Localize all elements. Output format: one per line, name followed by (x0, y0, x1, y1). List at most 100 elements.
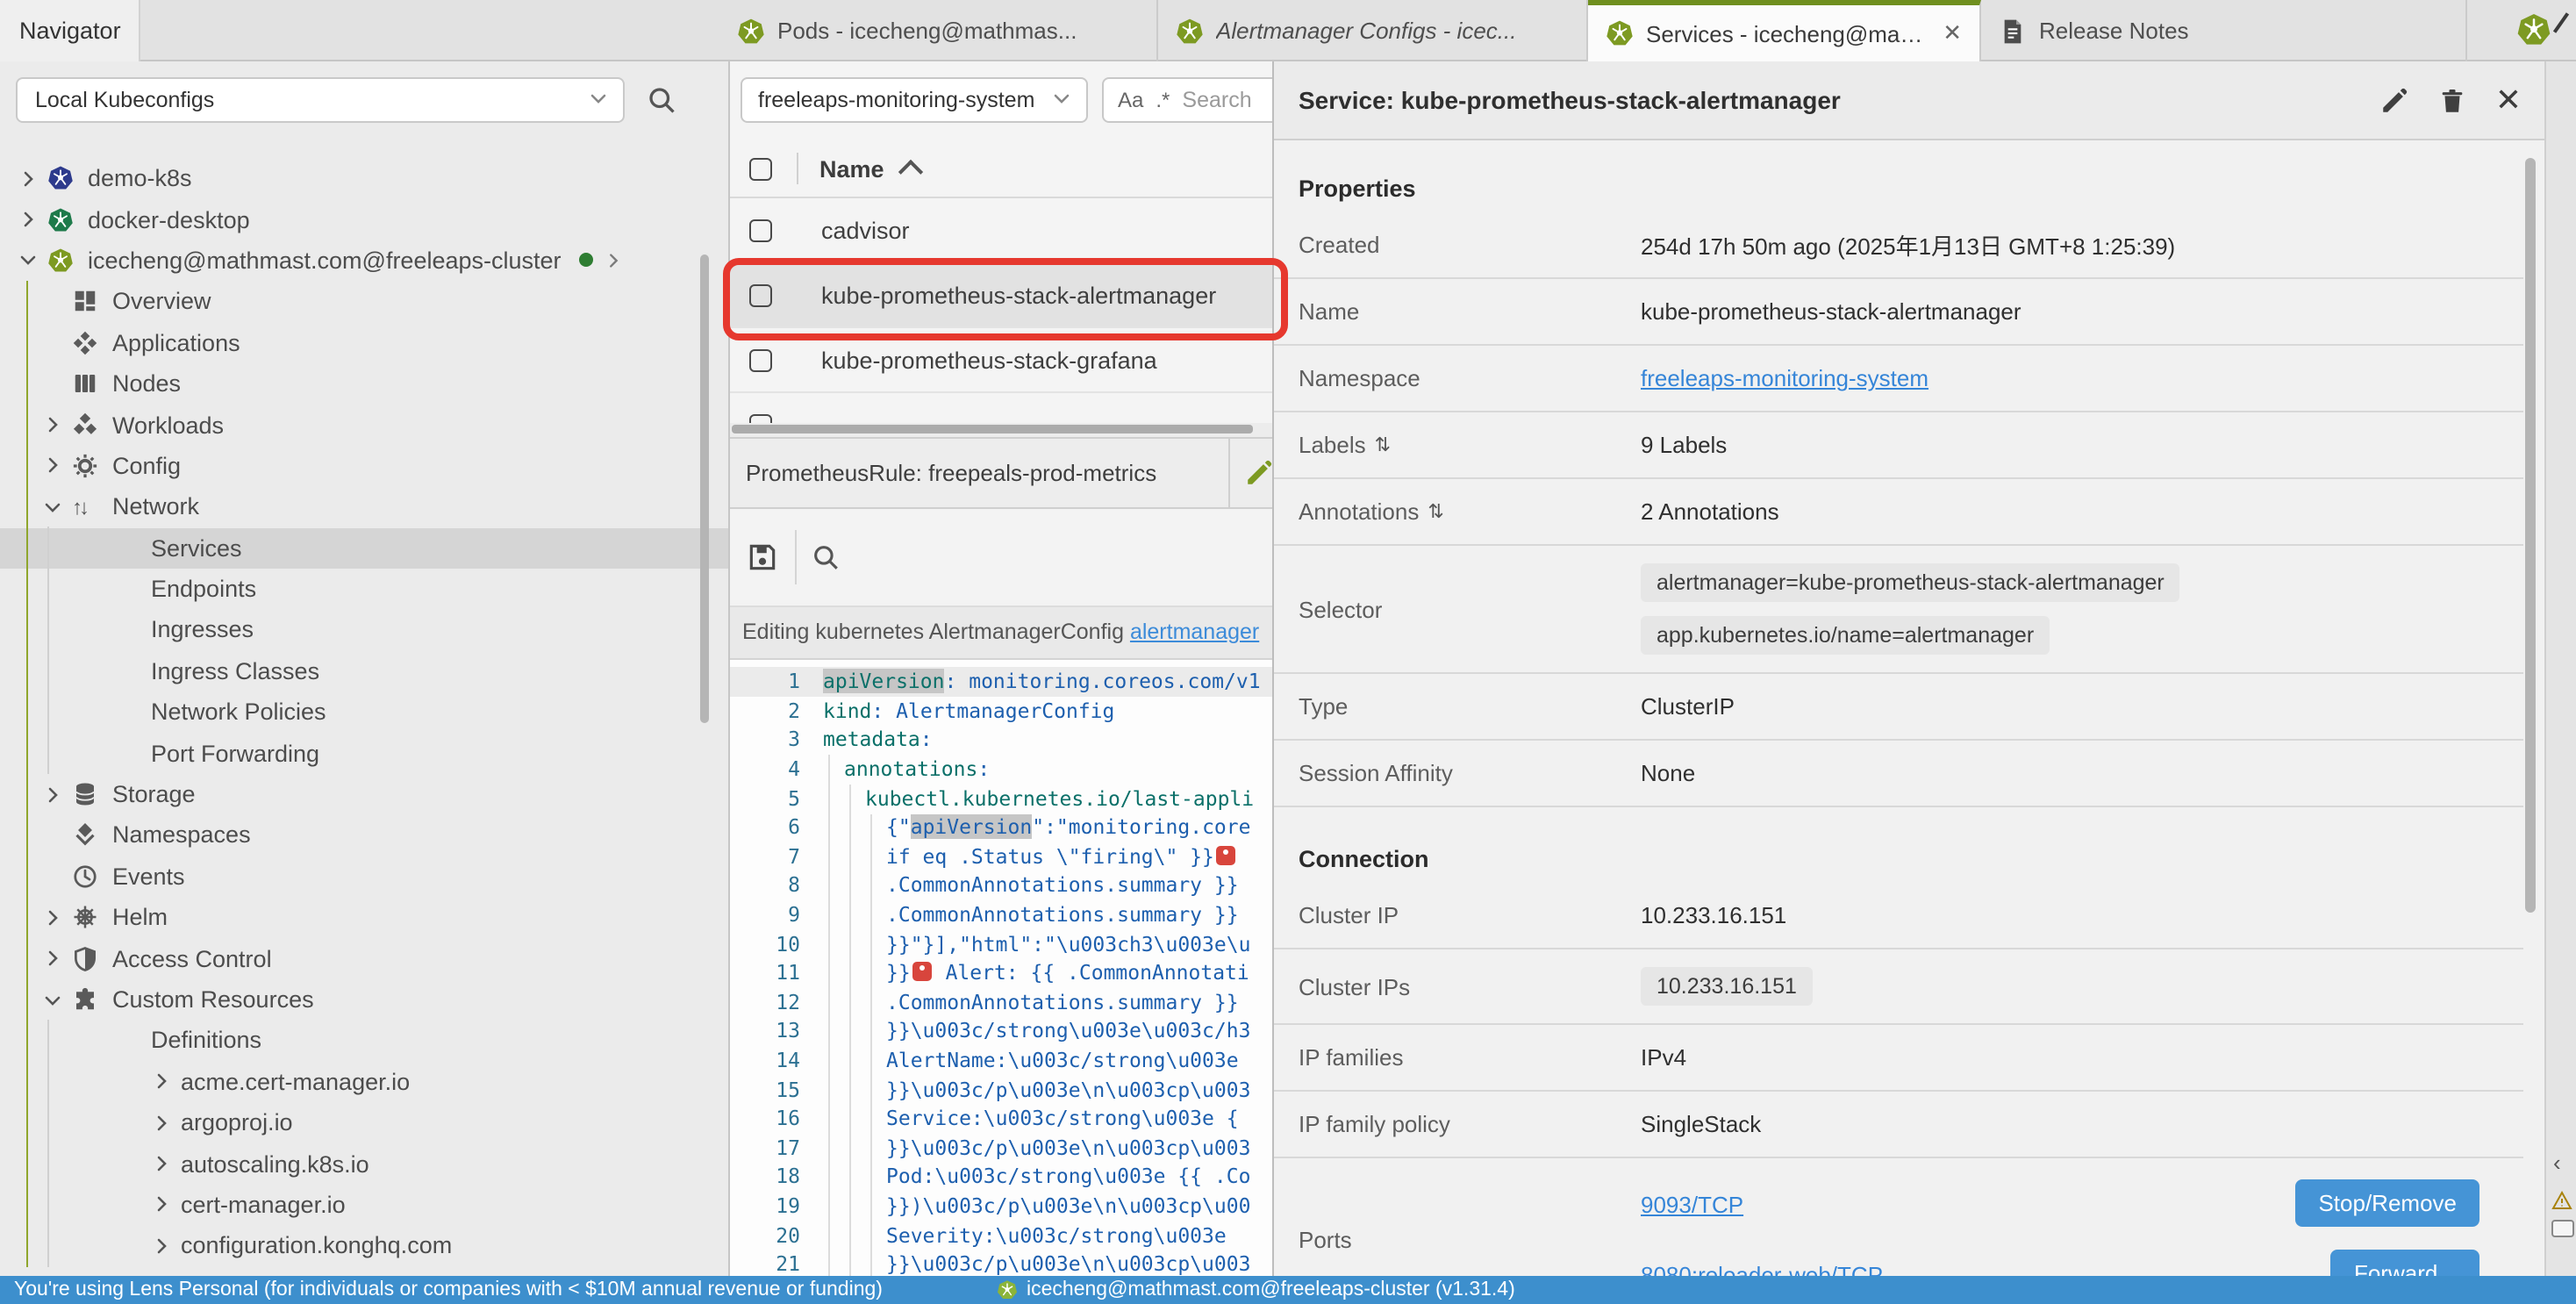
sidebar-item-services[interactable]: Services (0, 527, 730, 569)
sidebar-item-docker-desktop[interactable]: docker-desktop (0, 199, 730, 240)
navigator-tab[interactable]: Navigator (0, 0, 140, 61)
chevron-down-icon (42, 989, 63, 1010)
row-checkbox[interactable] (749, 414, 772, 423)
yaml-editor[interactable]: 1apiVersion: monitoring.coreos.com/v12ki… (730, 660, 1272, 1276)
editor-line-17: 17}}\u003c/p\u003e\n\u003cp\u003 (730, 1133, 1272, 1162)
row-label-text: Labels (1299, 432, 1366, 458)
row-label: Annotations⇅ (1274, 498, 1641, 525)
code-token: annotations (844, 756, 977, 781)
row-label: Labels ⇅ (1274, 432, 1641, 458)
sidebar-item-network-policies[interactable]: Network Policies (0, 691, 730, 733)
sidebar-item-custom-resources[interactable]: Custom Resources (0, 979, 730, 1021)
port-link[interactable]: 9093/TCP (1641, 1191, 1743, 1217)
sort-toggle-icon[interactable]: ⇅ (1375, 433, 1391, 456)
code-token: monitoring.coreos.com/v1 (969, 670, 1260, 694)
sidebar-item-demo-k8s[interactable]: demo-k8s (0, 158, 730, 199)
search-icon[interactable] (811, 542, 841, 572)
select-all-checkbox[interactable] (749, 157, 772, 180)
sidebar-item-storage[interactable]: Storage (0, 774, 730, 815)
row-label: IP family policy (1274, 1111, 1641, 1137)
sidebar-item-label: Events (112, 863, 185, 890)
line-number: 15 (730, 1077, 823, 1101)
sidebar-item-ingress-classes[interactable]: Ingress Classes (0, 650, 730, 691)
sidebar-item-port-forwarding[interactable]: Port Forwarding (0, 733, 730, 774)
sidebar-item-label: Config (112, 453, 181, 479)
search-icon[interactable] (646, 84, 677, 116)
edit-pencil-icon[interactable] (2379, 85, 2409, 115)
table-row-partial[interactable] (730, 393, 1272, 423)
row-checkbox[interactable] (749, 348, 772, 371)
editor-line-2: 2kind: AlertmanagerConfig (730, 696, 1272, 725)
nodes-icon (72, 370, 98, 397)
label-chip: 10.233.16.151 (1641, 967, 1813, 1006)
sidebar-item-events[interactable]: Events (0, 856, 730, 897)
save-icon[interactable] (746, 541, 779, 574)
row-checkbox[interactable] (749, 219, 772, 241)
match-case-icon[interactable]: Aa (1118, 88, 1143, 112)
sidebar-item-cert-manager-io[interactable]: cert-manager.io (0, 1185, 730, 1226)
close-icon[interactable]: ✕ (2495, 82, 2522, 118)
line-number: 2 (730, 699, 823, 723)
sidebar-item-label: Ingresses (151, 617, 254, 643)
chevron-right-icon (151, 1194, 172, 1215)
sidebar-item-access-control[interactable]: Access Control (0, 938, 730, 979)
row-label-text: Cluster IP (1299, 902, 1399, 928)
sidebar-item-network[interactable]: ↑↓Network (0, 486, 730, 527)
sidebar-item-icecheng-mathmast-com-freeleaps-cluster[interactable]: icecheng@mathmast.com@freeleaps-cluster (0, 240, 730, 282)
delete-trash-icon[interactable] (2437, 85, 2467, 115)
sort-toggle-icon[interactable]: ⇅ (1428, 500, 1443, 523)
panel-toggle-icon[interactable] (2551, 1220, 2574, 1237)
sidebar-item-acme-cert-manager-io[interactable]: acme.cert-manager.io (0, 1061, 730, 1102)
drawer-title: Service: kube-prometheus-stack-alertmana… (1299, 86, 2379, 114)
sidebar-item-autoscaling-k8s-io[interactable]: autoscaling.k8s.io (0, 1143, 730, 1185)
table-row-cadvisor[interactable]: cadvisor (730, 198, 1272, 263)
chevron-right-icon (151, 1112, 172, 1133)
sidebar-item-definitions[interactable]: Definitions (0, 1020, 730, 1061)
chevron-left-icon[interactable]: ‹ (2553, 1150, 2561, 1176)
sidebar-item-configuration-konghq-com[interactable]: configuration.konghq.com (0, 1225, 730, 1266)
row-label: Session Affinity (1274, 760, 1641, 786)
sidebar-item-config[interactable]: Config (0, 445, 730, 486)
namespace-link[interactable]: freeleaps-monitoring-system (1641, 365, 1928, 391)
stop-remove-button[interactable]: Stop/Remove (2295, 1179, 2479, 1227)
editor-toolbar (730, 509, 1272, 607)
sidebar-item-helm[interactable]: Helm (0, 897, 730, 938)
sidebar-item-applications[interactable]: Applications (0, 322, 730, 363)
regex-icon[interactable]: .* (1156, 88, 1170, 112)
name-column-header[interactable]: Name (819, 155, 884, 182)
tab-alertmanager-configs-icec[interactable]: Alertmanager Configs - icec... (1158, 0, 1588, 61)
warning-triangle-icon[interactable] (2551, 1190, 2572, 1211)
port-link[interactable]: 8080:reloader-web/TCP (1641, 1261, 1883, 1276)
kubernetes-icon[interactable] (2516, 12, 2551, 47)
namespace-select[interactable]: freeleaps-monitoring-system (741, 77, 1088, 123)
row-label-text: IP family policy (1299, 1111, 1450, 1137)
sidebar-item-workloads[interactable]: Workloads (0, 405, 730, 446)
tab-release-notes[interactable]: Release Notes (1981, 0, 2467, 61)
tab-services-icecheng-math[interactable]: Services - icecheng@math...✕ (1588, 0, 1981, 61)
sidebar-item-namespaces[interactable]: Namespaces (0, 815, 730, 856)
row-value: 9 Labels (1641, 432, 2523, 458)
sidebar-item-nodes[interactable]: Nodes (0, 363, 730, 405)
sidebar-item-argoproj-io[interactable]: argoproj.io (0, 1102, 730, 1143)
close-icon[interactable]: ✕ (1943, 19, 1962, 47)
sidebar-item-endpoints[interactable]: Endpoints (0, 569, 730, 610)
alertmanager-config-link[interactable]: alertmanager (1130, 620, 1259, 644)
sidebar-item-ingresses[interactable]: Ingresses (0, 610, 730, 651)
horizontal-scrollbar[interactable] (730, 423, 1272, 437)
kubeconfig-select[interactable]: Local Kubeconfigs (16, 77, 625, 123)
edit-pencil-icon[interactable] (1244, 458, 1272, 488)
sort-asc-icon[interactable] (898, 160, 922, 184)
sidebar-scrollbar[interactable] (700, 254, 709, 723)
sidebar-item-overview[interactable]: Overview (0, 281, 730, 322)
scrollbar-thumb[interactable] (732, 425, 1253, 433)
drawer-scrollbar[interactable] (2525, 158, 2536, 913)
code-token: AlertName:\u003c/strong\u003e (886, 1048, 1239, 1072)
search-input[interactable]: Aa .* Search (1102, 77, 1272, 123)
editor-line-6: 6{"apiVersion":"monitoring.core (730, 813, 1272, 842)
sidebar-controls: Local Kubeconfigs (0, 61, 730, 139)
editor-line-8: 8.CommonAnnotations.summary }} (730, 871, 1272, 899)
code-token: }})\u003c/p\u003e\n\u003cp\u00 (886, 1193, 1250, 1218)
forward--button[interactable]: Forward... (2331, 1250, 2479, 1276)
tab-pods-icecheng-mathmas[interactable]: Pods - icecheng@mathmas... (719, 0, 1158, 61)
status-bar: You're using Lens Personal (for individu… (0, 1276, 2576, 1304)
